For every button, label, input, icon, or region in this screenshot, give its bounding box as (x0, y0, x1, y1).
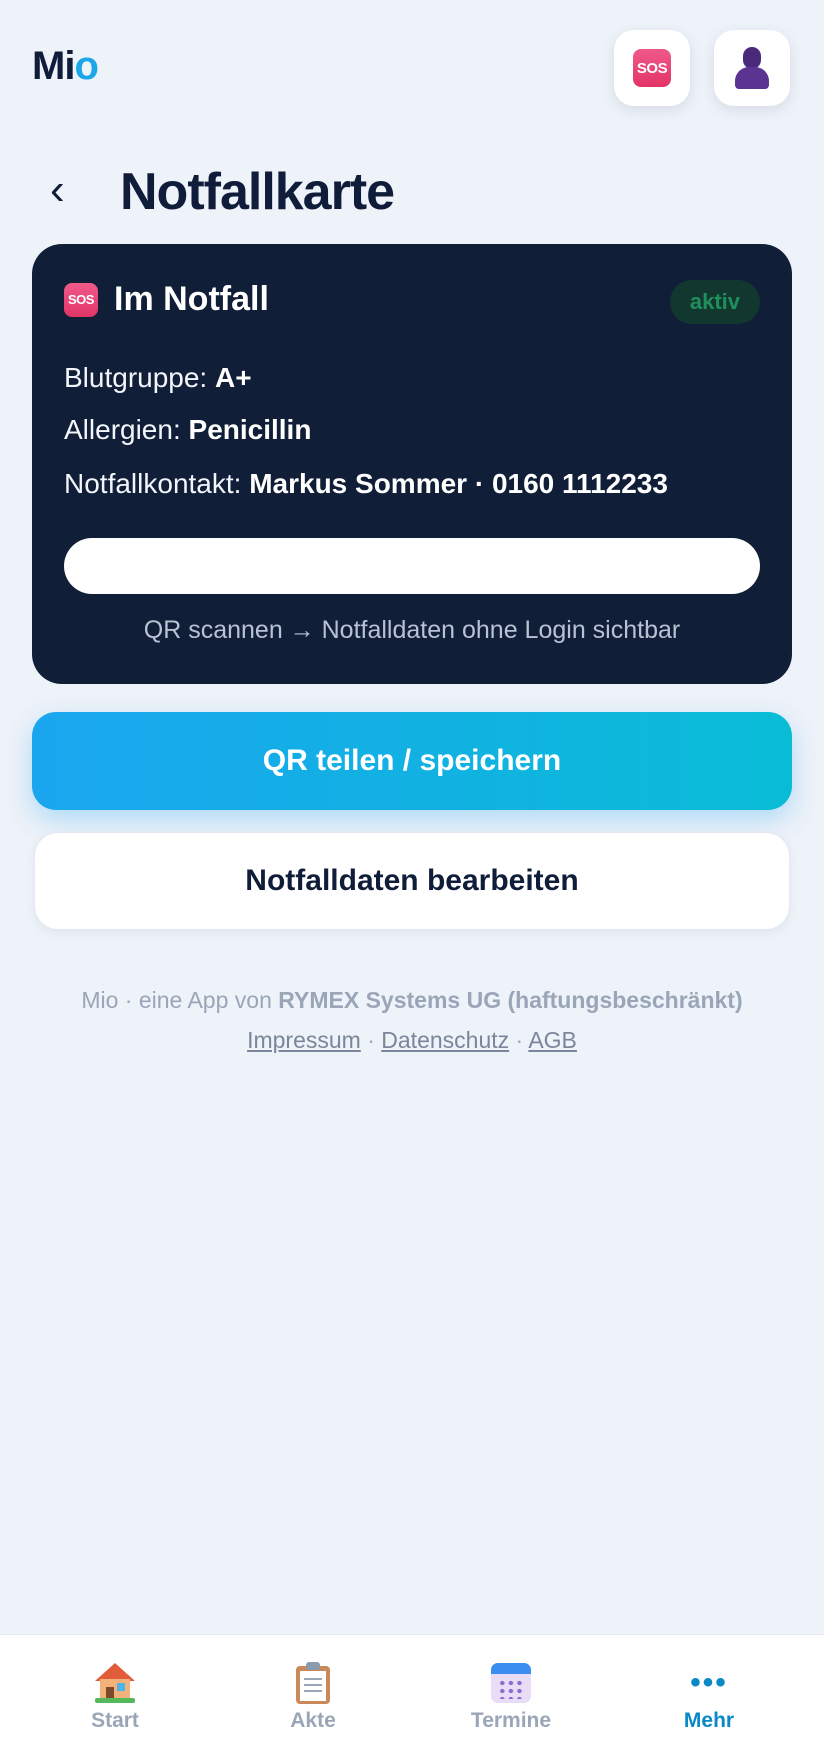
card-title: Im Notfall (114, 280, 269, 318)
emergency-card: SOS Im Notfall aktiv Blutgruppe: A+ Alle… (32, 244, 792, 684)
page-title: Notfallkarte (120, 163, 395, 221)
page-header: ‹ Notfallkarte (0, 150, 824, 240)
more-icon: ••• (690, 1666, 728, 1699)
card-header: SOS Im Notfall (64, 280, 269, 319)
blood-type-line: Blutgruppe: A+ (64, 362, 252, 394)
tab-label: Termine (470, 1709, 552, 1732)
allergies-line: Allergien: Penicillin (64, 414, 311, 446)
impressum-link[interactable]: Impressum (247, 1027, 361, 1053)
agb-link[interactable]: AGB (528, 1027, 577, 1053)
footer-credits: Mio · eine App von RYMEX Systems UG (haf… (0, 980, 824, 1020)
qr-hint: QR scannen → Notfalldaten ohne Login sic… (143, 616, 681, 644)
sos-icon: SOS (633, 49, 671, 87)
status-badge: aktiv (669, 280, 760, 324)
footer-company: RYMEX Systems UG (haftungsbeschränkt) (278, 987, 743, 1013)
edit-emergency-data-button[interactable]: Notfalldaten bearbeiten (34, 832, 790, 930)
share-qr-button[interactable]: QR teilen / speichern (32, 712, 792, 810)
qr-code-area[interactable] (64, 538, 760, 594)
tab-start[interactable]: Start (35, 1661, 195, 1733)
top-bar: Mio SOS (0, 0, 824, 140)
tab-label: Start (91, 1709, 139, 1732)
emergency-contact-label: Notfallkontakt: (64, 468, 242, 499)
allergies-value: Penicillin (188, 414, 312, 445)
footer-prefix: Mio · eine App von (81, 987, 272, 1013)
footer-separator: · (367, 1027, 375, 1053)
tab-akte[interactable]: Akte (233, 1661, 393, 1733)
emergency-contact-line: Notfallkontakt: Markus Sommer · 0160 111… (64, 468, 668, 500)
back-button[interactable]: ‹ (50, 168, 65, 212)
footer-separator: · (515, 1027, 524, 1053)
tab-termine[interactable]: Termine (431, 1661, 591, 1733)
footer-links: Impressum · Datenschutz · AGB (0, 1020, 824, 1060)
tab-mehr[interactable]: ••• Mehr (629, 1661, 789, 1733)
profile-button[interactable] (714, 30, 790, 106)
blood-type-label: Blutgruppe: (64, 362, 208, 393)
tab-label: Akte (290, 1709, 336, 1732)
logo-accent: o (74, 44, 98, 88)
app-logo[interactable]: Mio (32, 44, 99, 89)
blood-type-value: A+ (215, 362, 252, 393)
emergency-contact-value: Markus Sommer · 0160 1112233 (249, 468, 668, 499)
tab-label: Mehr (683, 1709, 735, 1732)
bottom-tab-bar: Start Akte Termine ••• Mehr (0, 1634, 824, 1760)
allergies-label: Allergien: (64, 414, 181, 445)
sos-button[interactable]: SOS (614, 30, 690, 106)
calendar-icon (491, 1663, 531, 1703)
user-icon (732, 47, 772, 89)
footer: Mio · eine App von RYMEX Systems UG (haf… (0, 980, 824, 1060)
clipboard-icon (296, 1662, 330, 1704)
house-icon (95, 1663, 135, 1703)
logo-main: Mi (32, 44, 75, 88)
sos-icon: SOS (64, 282, 98, 317)
datenschutz-link[interactable]: Datenschutz (381, 1027, 509, 1053)
